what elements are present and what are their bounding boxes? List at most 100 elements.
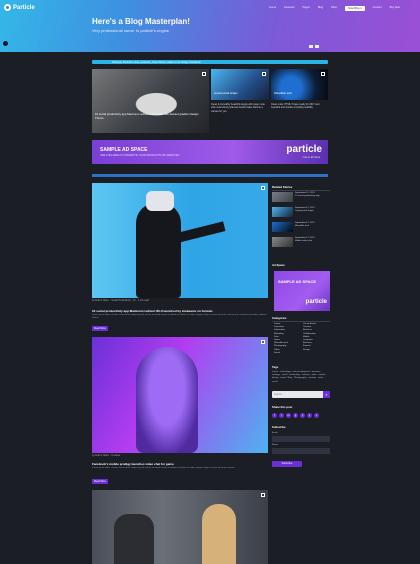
nav-item-pages[interactable]: Pages bbox=[302, 6, 309, 11]
featured-tile-2-text: Clean & incredibly beautiful design with… bbox=[211, 103, 265, 113]
related-item-3[interactable]: September 12, 2017 Wearable tech bbox=[295, 222, 329, 228]
nav-item-home[interactable]: Home bbox=[269, 6, 276, 11]
person-arm bbox=[176, 221, 226, 243]
sidebar-divider bbox=[272, 321, 330, 322]
related-date: September 12, 2017 bbox=[295, 192, 315, 194]
nav-item-grav-blog[interactable]: Grav Blog ▾ bbox=[345, 6, 365, 11]
page-subtitle: Very professional name. Is particle's en… bbox=[92, 28, 171, 33]
related-thumb-1[interactable] bbox=[272, 192, 293, 202]
facebook-icon[interactable]: f bbox=[272, 413, 277, 418]
google-icon[interactable]: g bbox=[293, 413, 298, 418]
subscribe-button[interactable]: Subscribe bbox=[272, 461, 302, 467]
vimeo-icon[interactable]: v bbox=[314, 413, 319, 418]
sidebar-ad[interactable]: SAMPLE AD SPACE particle bbox=[274, 271, 330, 311]
logo[interactable]: Particle bbox=[4, 4, 35, 11]
particle-logo-icon bbox=[4, 4, 11, 11]
category-link[interactable]: Social bbox=[274, 352, 288, 355]
nav-item-buy-now[interactable]: Buy Now bbox=[390, 6, 400, 11]
search-input[interactable]: Search... bbox=[274, 393, 284, 396]
related-item-2[interactable]: September 12, 2017 Liquid portal shape bbox=[295, 207, 329, 213]
related-title: 10 social productivity app bbox=[295, 195, 320, 197]
sidebar-search[interactable]: Search... ⌕ bbox=[272, 391, 330, 398]
ad-space-heading: Ad Space bbox=[272, 263, 285, 267]
logo-text: Particle bbox=[13, 4, 35, 11]
post-2-meta: by Author Name · Creative bbox=[92, 454, 121, 457]
category-link[interactable]: Design bbox=[303, 349, 316, 352]
section-divider bbox=[92, 174, 328, 177]
related-thumb-3[interactable] bbox=[272, 222, 293, 232]
related-title: Wearable tech bbox=[295, 225, 310, 227]
post-1-meta: by Author Name · Social Productivity · 1… bbox=[92, 299, 150, 302]
related-thumb-2[interactable] bbox=[272, 207, 293, 217]
email-field[interactable] bbox=[272, 436, 330, 442]
featured-tile-3[interactable]: Wearable tech bbox=[271, 69, 328, 100]
name-label: Name bbox=[272, 444, 278, 446]
featured-tile-3-text: Clean code: HTML 5 base ready for 2017 a… bbox=[271, 103, 320, 110]
nav-item-features[interactable]: Features bbox=[284, 6, 294, 11]
post-2-read-more-button[interactable]: Read More bbox=[92, 479, 108, 484]
related-stories-heading: Related Stories bbox=[272, 185, 293, 189]
list-view-icon[interactable] bbox=[315, 45, 319, 48]
youtube-icon[interactable]: y bbox=[307, 413, 312, 418]
sidebar-ad-headline: SAMPLE AD SPACE bbox=[278, 279, 317, 284]
post-1-image[interactable] bbox=[92, 183, 268, 298]
post-3-image[interactable] bbox=[92, 490, 268, 564]
expand-icon[interactable] bbox=[202, 72, 206, 76]
related-date: September 12, 2017 bbox=[295, 237, 315, 239]
name-field[interactable] bbox=[272, 448, 330, 454]
categories-list-right: Circuit Board Creative Business Collabor… bbox=[303, 323, 316, 352]
linkedin-icon[interactable]: in bbox=[286, 413, 291, 418]
related-date: September 12, 2017 bbox=[295, 222, 315, 224]
twitter-icon[interactable]: t bbox=[279, 413, 284, 418]
expand-icon[interactable] bbox=[262, 72, 266, 76]
sidebar-ad-brand: particle bbox=[305, 299, 327, 305]
ad-banner-tagline: USE THIS AREA TO PROMOTE YOUR PRODUCTS O… bbox=[100, 154, 180, 157]
featured-tile-2[interactable]: Liquid portal shape bbox=[211, 69, 269, 100]
tags-cloud[interactable]: Lorem · technology · web development · b… bbox=[272, 371, 330, 384]
vr-headset bbox=[146, 191, 174, 211]
portrait-face bbox=[136, 347, 198, 453]
tags-heading: Tags bbox=[272, 365, 279, 369]
expand-icon[interactable] bbox=[261, 186, 265, 190]
ad-banner[interactable]: SAMPLE AD SPACE USE THIS AREA TO PROMOTE… bbox=[92, 140, 328, 164]
post-2-title[interactable]: Facebook's mobile prodigy launches video… bbox=[92, 462, 174, 466]
person-figure bbox=[136, 203, 181, 298]
related-thumb-4[interactable] bbox=[272, 237, 293, 247]
share-heading: Share this post bbox=[272, 405, 293, 409]
gear-icon[interactable] bbox=[3, 41, 8, 46]
related-item-4[interactable]: September 12, 2017 Mobile video chat bbox=[295, 237, 329, 243]
grid-view-icon[interactable] bbox=[309, 45, 313, 48]
news-ticker[interactable]: Discover Particle's new, exclusive, Grav… bbox=[92, 60, 328, 64]
featured-tile-1-caption: 10 social productivity app Maximum redir… bbox=[95, 112, 199, 120]
featured-tile-2-caption: Liquid portal shape bbox=[214, 91, 238, 95]
sidebar-divider bbox=[272, 190, 330, 191]
ticker-text: Discover Particle's new, exclusive, Grav… bbox=[112, 60, 201, 64]
nav-item-contact[interactable]: Contact bbox=[373, 6, 382, 11]
view-toggle bbox=[309, 45, 319, 48]
related-title: Mobile video chat bbox=[295, 240, 313, 242]
subscribe-heading: Subscribe bbox=[272, 425, 286, 429]
related-title: Liquid portal shape bbox=[295, 210, 314, 212]
ad-banner-brand: particle bbox=[286, 144, 322, 155]
post-2-excerpt: Lorem ipsum dolor sit amet consectetur a… bbox=[92, 467, 235, 469]
search-icon[interactable]: ⌕ bbox=[323, 391, 330, 398]
ad-banner-headline: SAMPLE AD SPACE bbox=[100, 147, 148, 153]
expand-icon[interactable] bbox=[261, 493, 265, 497]
post-1-read-more-button[interactable]: Read More bbox=[92, 326, 108, 331]
related-date: September 12, 2017 bbox=[295, 207, 315, 209]
person-figure bbox=[114, 514, 154, 564]
post-1-title[interactable]: 10 social productivity app Maximum redir… bbox=[92, 309, 213, 313]
categories-list-left: Lorem Innovation Information Marketing D… bbox=[274, 323, 288, 355]
pinterest-icon[interactable]: p bbox=[300, 413, 305, 418]
hero-header: Particle Home Features Pages Blog Shop G… bbox=[0, 0, 420, 52]
nav-item-shop[interactable]: Shop bbox=[331, 6, 337, 11]
nav-item-blog[interactable]: Blog bbox=[318, 6, 323, 11]
email-label: Email bbox=[272, 432, 278, 434]
featured-tile-1[interactable]: 10 social productivity app Maximum redir… bbox=[92, 69, 209, 133]
related-item-1[interactable]: September 12, 2017 10 social productivity… bbox=[295, 192, 329, 198]
person-figure-blonde bbox=[202, 504, 236, 564]
expand-icon[interactable] bbox=[321, 72, 325, 76]
expand-icon[interactable] bbox=[261, 340, 265, 344]
page-title: Here's a Blog Masterplan! bbox=[92, 17, 190, 26]
post-2-image[interactable] bbox=[92, 337, 268, 453]
